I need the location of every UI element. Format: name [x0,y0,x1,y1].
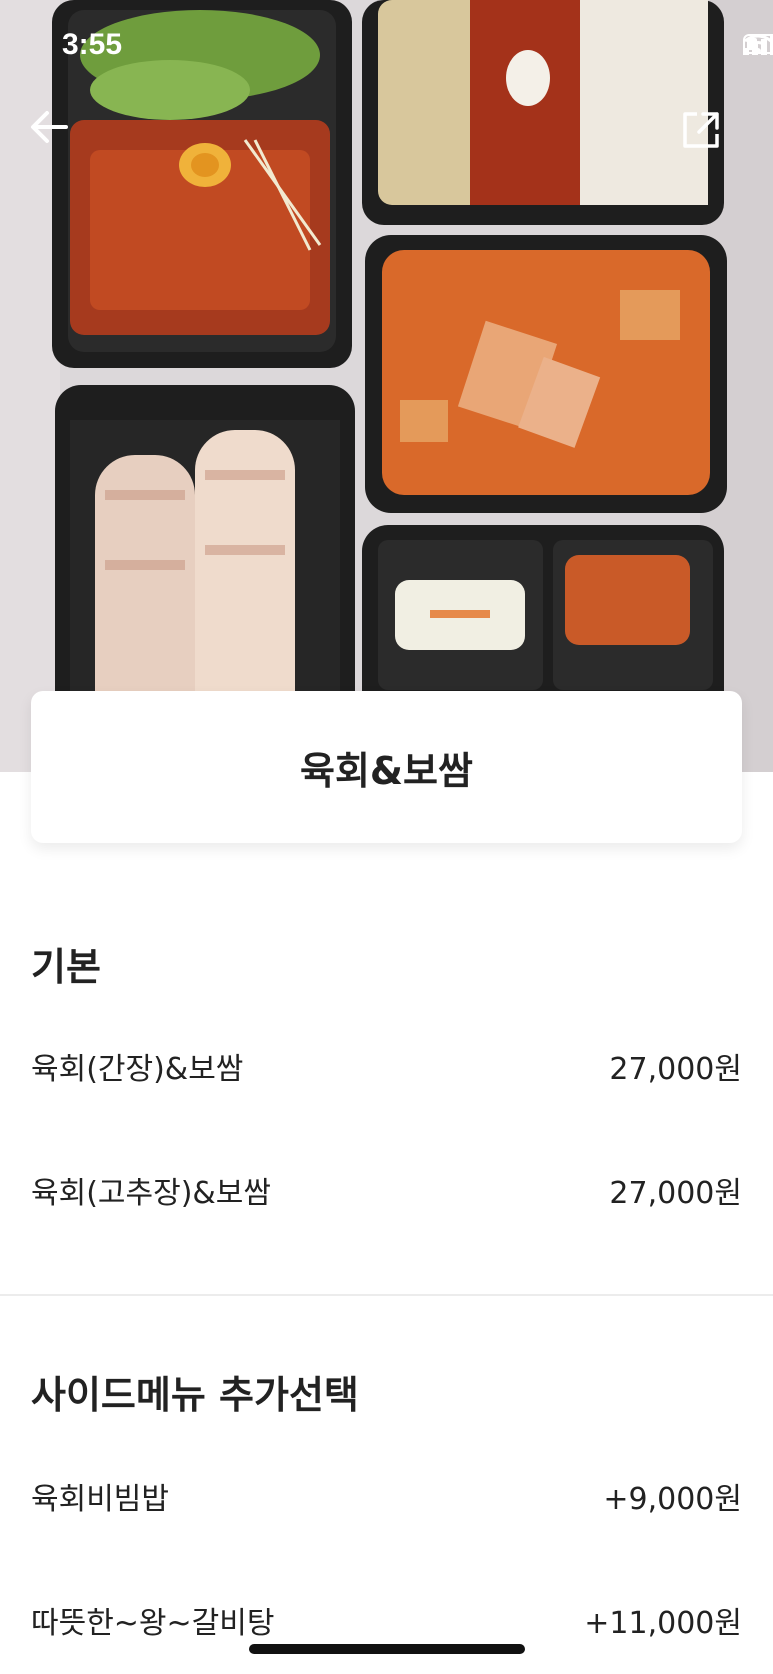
option-price: +9,000원 [603,1482,742,1517]
section-title-basic: 기본 [31,945,101,989]
option-price: 27,000원 [609,1052,742,1087]
food-photo [0,0,773,772]
option-row[interactable]: 육회비빔밥 +9,000원 [31,1474,742,1518]
home-indicator[interactable] [249,1644,525,1654]
battery-icon [743,34,773,54]
status-time: 3:55 [62,28,123,61]
section-title-side: 사이드메뉴 추가선택 [31,1373,359,1417]
option-name: 육회비빔밥 [31,1482,169,1517]
option-name: 육회(간장)&보쌈 [31,1052,244,1087]
section-divider [0,1294,773,1296]
option-price: 27,000원 [609,1176,742,1211]
share-icon [683,112,719,148]
menu-title-card: 육회&보쌈 [31,691,742,843]
option-row[interactable]: 따뜻한~왕~갈비탕 +11,000원 [31,1598,742,1642]
section-side: 사이드메뉴 추가선택 [31,1364,742,1419]
option-name: 육회(고추장)&보쌈 [31,1176,272,1211]
arrow-left-icon [31,111,68,143]
option-row[interactable]: 육회(고추장)&보쌈 27,000원 [31,1168,742,1212]
back-button[interactable] [30,110,82,162]
menu-title: 육회&보쌈 [300,748,473,793]
section-basic: 기본 [31,936,742,991]
share-button[interactable] [681,110,733,162]
option-name: 따뜻한~왕~갈비탕 [31,1606,275,1641]
menu-hero-image: 3:55 [0,0,773,772]
option-row[interactable]: 육회(간장)&보쌈 27,000원 [31,1044,742,1088]
option-price: +11,000원 [584,1606,742,1641]
